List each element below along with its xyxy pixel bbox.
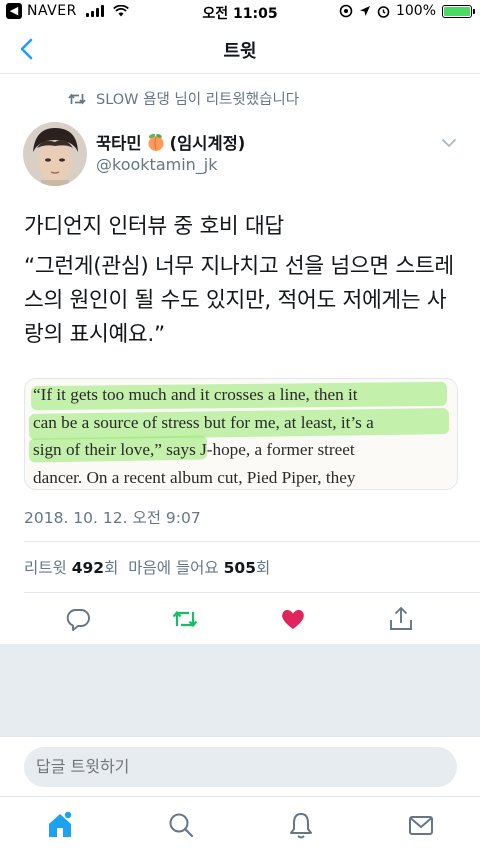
image-text: “If it gets too much and it crosses a li… [33,381,453,489]
reply-input[interactable] [24,747,457,787]
reply-bar [0,736,480,796]
status-bar: ◀ NAVER 오전 11:05 100% [0,0,480,24]
author-handle[interactable]: @kooktamin_jk [96,155,218,174]
home-icon[interactable] [44,809,76,841]
alarm-icon [377,5,390,18]
reply-icon[interactable] [63,604,93,634]
nav-bar: 트윗 [0,24,480,74]
retweets-unit: 회 [104,559,119,577]
image-text-line: can be a source of stress but for me, at… [33,412,374,432]
back-to-app-icon[interactable]: ◀ [6,3,22,19]
likes-count[interactable]: 505 [224,559,256,577]
tweet-actions [0,600,480,638]
search-icon[interactable] [165,809,197,841]
retweet-icon [68,93,86,104]
retweets-label[interactable]: 리트윗 [24,559,67,577]
peach-emoji-icon [148,133,164,151]
screen-lock-icon [339,4,353,18]
battery-icon [442,4,475,18]
tweet-timestamp: 2018. 10. 12. 오전 9:07 [24,509,201,527]
divider [24,541,480,542]
share-icon[interactable] [386,604,416,634]
mail-icon[interactable] [405,809,437,841]
signal-icon [85,5,104,17]
status-bar-right: 100% [339,3,475,19]
author-name-suffix: (임시계정) [169,134,246,153]
retweet-context-text: SLOW 욤댕 님이 리트윗했습니다 [96,92,300,108]
tweet-text-quote: “그런게(관심) 너무 지나치고 선을 넘으면 스트레스의 원인이 될 수도 있… [24,254,454,347]
battery-percent: 100% [395,3,436,19]
tab-bar [0,796,480,853]
avatar-image [23,122,87,186]
back-to-app-label[interactable]: NAVER [27,3,77,19]
divider [24,592,480,593]
likes-label[interactable]: 마음에 들어요 [128,559,219,577]
avatar[interactable] [23,122,87,186]
empty-replies-area [0,644,480,736]
tweet-text: 가디언지 인터뷰 중 호비 대답 “그런게(관심) 너무 지나치고 선을 넘으면… [24,210,464,358]
chevron-down-icon[interactable] [440,136,458,150]
tweet-text-line: 가디언지 인터뷰 중 호비 대답 [24,214,284,239]
image-text-line: “If it gets too much and it crosses a li… [33,385,358,404]
wifi-icon [112,5,129,17]
tweet-image[interactable]: “If it gets too much and it crosses a li… [24,378,458,490]
author-name[interactable]: 꾹타민 (임시계정) [96,130,245,154]
heart-icon[interactable] [278,604,308,634]
retweet-button-icon[interactable] [170,604,200,634]
retweets-count[interactable]: 492 [72,559,104,577]
tweet-stats: 리트윗 492회 마음에 들어요 505회 [24,556,270,578]
bell-icon[interactable] [285,809,317,841]
retweet-context[interactable]: SLOW 욤댕 님이 리트윗했습니다 [68,88,299,109]
author-display-name: 꾹타민 [96,134,142,153]
battery-level [444,6,470,16]
location-icon [359,6,370,16]
status-bar-left: ◀ NAVER [6,3,129,19]
image-text-line: dancer. On a recent album cut, Pied Pipe… [33,467,356,487]
image-text-line: sign of their love,” says J-hope, a form… [33,440,355,459]
page-title: 트윗 [223,41,257,62]
likes-unit: 회 [256,559,271,577]
